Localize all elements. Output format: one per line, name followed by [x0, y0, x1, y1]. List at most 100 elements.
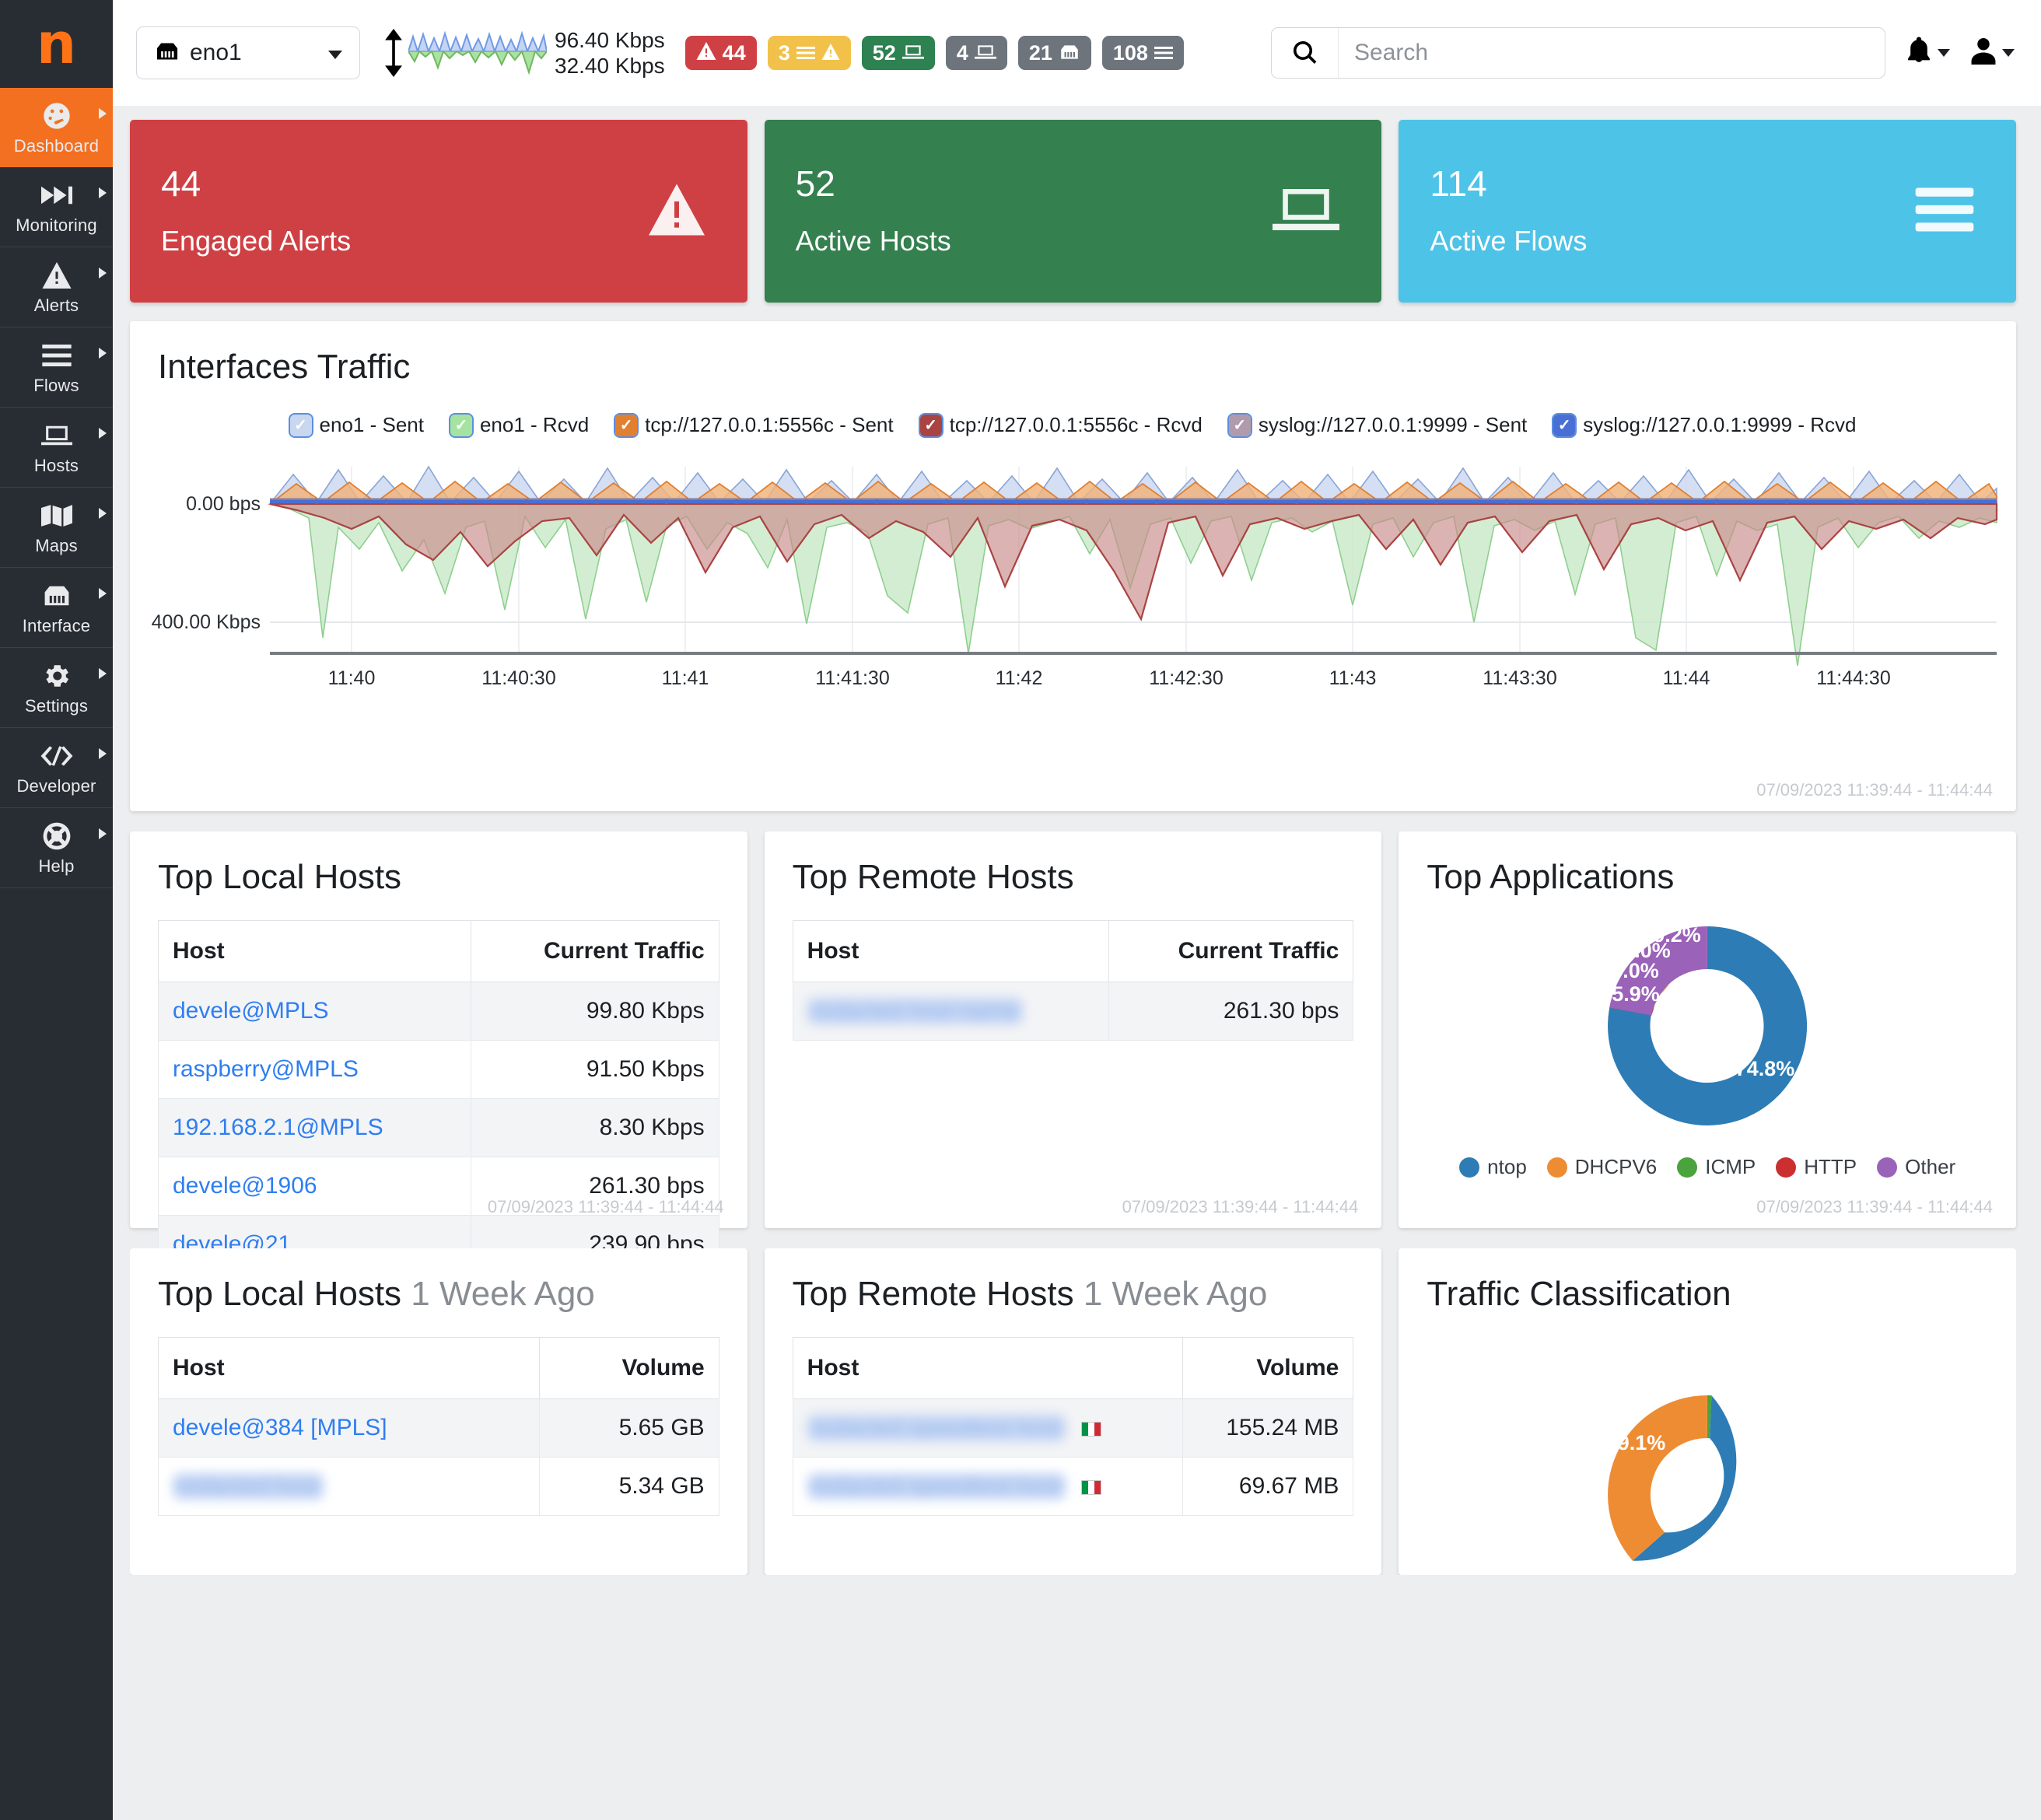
traffic-classification-panel: Traffic Classification 19.1%: [1399, 1248, 2016, 1575]
kpi-value: 114: [1430, 163, 1487, 204]
x-tick-label: 11:40: [328, 667, 376, 689]
legend-label: syslog://127.0.0.1:9999 - Sent: [1258, 413, 1528, 436]
legend-item[interactable]: tcp://127.0.0.1:5556c - Rcvd: [918, 412, 1203, 438]
host-link-redacted[interactable]: redacted host: [173, 1473, 324, 1500]
legend-label: tcp://127.0.0.1:5556c - Rcvd: [949, 413, 1203, 436]
hamburger-lines-icon: [1915, 187, 1974, 235]
sidebar-item-alerts[interactable]: Alerts: [0, 247, 113, 327]
x-tick-label: 11:43:30: [1483, 667, 1556, 689]
kpi-card-active-flows[interactable]: 114 Active Flows: [1399, 120, 2017, 303]
main-area: eno1 96.40 Kbps 32.40 Kbps 44 3 52 4 21 …: [113, 0, 2041, 1820]
flows-badge[interactable]: 108: [1101, 36, 1184, 70]
country-flag-icon-italy: [1081, 1479, 1102, 1495]
kpi-label: Active Hosts: [795, 224, 951, 257]
host-link-redacted[interactable]: redacted host name: [807, 998, 1023, 1024]
legend-item[interactable]: ICMP: [1677, 1155, 1756, 1179]
dashboard-gauge-icon: [41, 100, 72, 131]
sidebar-item-hosts[interactable]: Hosts: [0, 408, 113, 488]
host-link[interactable]: devele@MPLS: [173, 998, 329, 1024]
host-link-redacted[interactable]: redacted speedtest host: [807, 1473, 1066, 1500]
table-row[interactable]: redacted host name 261.30 bps: [792, 982, 1354, 1041]
chevron-right-icon: [99, 108, 107, 119]
host-link-redacted[interactable]: redacted speedtest host: [807, 1415, 1066, 1441]
column-header-traffic: Current Traffic: [1108, 920, 1354, 982]
interfaces-traffic-plot[interactable]: 0.00 bps 400.00 Kbps 11:40 11:40:30 11:4…: [130, 457, 2016, 691]
sidebar-item-interface[interactable]: Interface: [0, 568, 113, 648]
sidebar-item-dashboard[interactable]: Dashboard: [0, 88, 113, 167]
devices-badge[interactable]: 4: [945, 36, 1007, 70]
alerts-badge[interactable]: 44: [684, 36, 757, 70]
donut-legend: ntop DHCPV6 ICMP HTTP Other: [1459, 1155, 1955, 1179]
kpi-card-active-hosts[interactable]: 52 Active Hosts: [764, 120, 1382, 303]
brand-logo[interactable]: n: [0, 0, 113, 88]
legend-item[interactable]: eno1 - Sent: [288, 412, 424, 438]
legend-checkbox[interactable]: [1227, 412, 1252, 438]
legend-checkbox[interactable]: [614, 412, 639, 438]
search-input[interactable]: [1339, 40, 1885, 66]
sidebar-item-label: Flows: [33, 376, 79, 395]
legend-item[interactable]: ntop: [1459, 1155, 1527, 1179]
chevron-right-icon: [99, 268, 107, 278]
table-row[interactable]: redacted speedtest host 69.67 MB: [792, 1457, 1354, 1516]
top-remote-hosts-week-panel: Top Remote Hosts 1 Week Ago Host Volume: [764, 1248, 1382, 1575]
table-header-row: Host Current Traffic: [157, 920, 719, 982]
sidebar-item-help[interactable]: Help: [0, 808, 113, 888]
legend-checkbox[interactable]: [918, 412, 943, 438]
legend-checkbox[interactable]: [1552, 412, 1577, 438]
legend-item[interactable]: HTTP: [1776, 1155, 1857, 1179]
ethernet-port-icon: [41, 580, 72, 611]
user-menu-button[interactable]: [1970, 37, 2015, 70]
legend-item[interactable]: eno1 - Rcvd: [448, 412, 589, 438]
search-box[interactable]: [1271, 27, 1885, 79]
top-local-hosts-week-table: Host Volume devele@384 [MPLS] 5.65 GB re…: [157, 1337, 719, 1516]
legend-checkbox[interactable]: [288, 412, 313, 438]
host-link[interactable]: devele@1906: [173, 1173, 317, 1199]
legend-item[interactable]: syslog://127.0.0.1:9999 - Rcvd: [1552, 412, 1856, 438]
top-applications-donut[interactable]: 74.8% 5.9% 5.0% 5.0% 9.2% ntop DHCPV6 IC…: [1399, 901, 2016, 1179]
interface-selector[interactable]: eno1: [136, 26, 360, 79]
sidebar-item-monitoring[interactable]: Monitoring: [0, 167, 113, 247]
interfaces-badge[interactable]: 21: [1017, 36, 1091, 70]
host-link[interactable]: devele@384 [MPLS]: [173, 1415, 387, 1440]
host-link[interactable]: raspberry@MPLS: [173, 1056, 359, 1082]
badge-value: 108: [1112, 40, 1148, 65]
panel-title: Top Local Hosts 1 Week Ago: [130, 1248, 747, 1314]
chevron-down-icon: [2002, 49, 2015, 57]
active-hosts-badge[interactable]: 52: [861, 36, 935, 70]
table-row[interactable]: redacted speedtest host 155.24 MB: [792, 1398, 1354, 1458]
sidebar-item-settings[interactable]: Settings: [0, 648, 113, 728]
traffic-sparkline: [408, 27, 548, 79]
flow-alerts-badge[interactable]: 3: [767, 36, 851, 70]
sidebar-item-label: Dashboard: [13, 136, 100, 156]
host-link[interactable]: 192.168.2.1@MPLS: [173, 1115, 383, 1140]
table-header-row: Host Current Traffic: [792, 920, 1354, 982]
kpi-card-engaged-alerts[interactable]: 44 Engaged Alerts: [130, 120, 747, 303]
table-row[interactable]: 192.168.2.1@MPLS 8.30 Kbps: [157, 1098, 719, 1157]
legend-item[interactable]: Other: [1877, 1155, 1955, 1179]
chart-legend: eno1 - Sent eno1 - Rcvd tcp://127.0.0.1:…: [130, 412, 2016, 438]
traffic-classification-donut[interactable]: 19.1%: [1399, 1318, 2016, 1569]
sidebar-item-maps[interactable]: Maps: [0, 488, 113, 568]
panels-row-2: Top Local Hosts Host Current Traffic dev…: [130, 831, 2017, 1274]
legend-color-dot: [1546, 1157, 1567, 1178]
kpi-label: Active Flows: [1430, 224, 1588, 257]
sidebar-item-flows[interactable]: Flows: [0, 327, 113, 408]
legend-item[interactable]: DHCPV6: [1546, 1155, 1657, 1179]
warning-triangle-icon: [821, 41, 840, 65]
legend-item[interactable]: tcp://127.0.0.1:5556c - Sent: [614, 412, 894, 438]
legend-color-dot: [1459, 1157, 1480, 1178]
table-row[interactable]: raspberry@MPLS 91.50 Kbps: [157, 1040, 719, 1099]
table-row[interactable]: redacted host 5.34 GB: [157, 1457, 719, 1516]
legend-checkbox[interactable]: [448, 412, 474, 438]
chevron-down-icon: [328, 51, 342, 59]
legend-item[interactable]: syslog://127.0.0.1:9999 - Sent: [1227, 412, 1528, 438]
laptop-icon: [40, 420, 72, 451]
notifications-button[interactable]: [1906, 36, 1950, 70]
top-remote-hosts-week-table: Host Volume redacted speedtest host 155.…: [792, 1337, 1354, 1516]
chevron-right-icon: [99, 508, 107, 519]
chevron-right-icon: [99, 668, 107, 679]
table-row[interactable]: devele@MPLS 99.80 Kbps: [157, 982, 719, 1041]
table-row[interactable]: devele@384 [MPLS] 5.65 GB: [157, 1398, 719, 1458]
sidebar-item-developer[interactable]: Developer: [0, 728, 113, 808]
top-local-hosts-table: Host Current Traffic devele@MPLS 99.80 K…: [157, 920, 719, 1274]
